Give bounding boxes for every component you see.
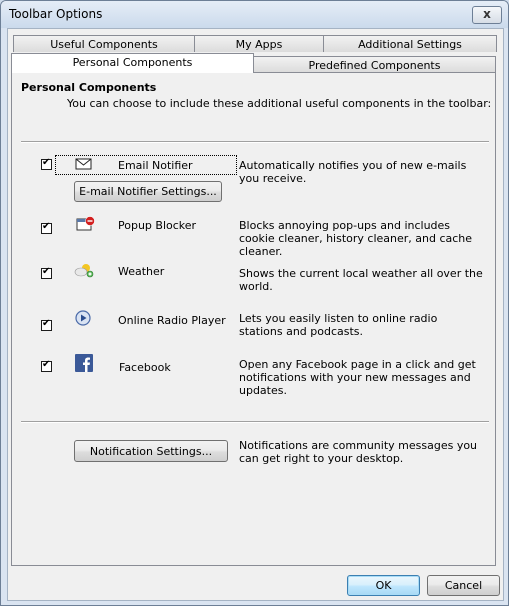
facebook-icon <box>75 354 93 372</box>
close-icon: x <box>483 7 491 21</box>
checkbox-facebook[interactable] <box>41 359 52 372</box>
email-notifier-label: Email Notifier <box>118 159 193 172</box>
tab-label: Useful Components <box>50 38 158 51</box>
ok-button[interactable]: OK <box>347 575 420 596</box>
title-bar: Toolbar Options x <box>1 1 508 28</box>
facebook-description: Open any Facebook page in a click and ge… <box>239 358 476 397</box>
online-radio-player-description: Lets you easily listen to online radio s… <box>239 312 438 338</box>
separator <box>21 141 489 143</box>
popup-blocker-icon <box>76 216 96 234</box>
toolbar-options-window: Toolbar Options x Useful Components My A… <box>0 0 509 606</box>
online-radio-player-label: Online Radio Player <box>118 314 226 327</box>
separator <box>21 421 489 423</box>
weather-label: Weather <box>118 265 165 278</box>
facebook-label: Facebook <box>119 361 171 374</box>
close-button[interactable]: x <box>472 6 502 24</box>
email-notifier-settings-button[interactable]: E-mail Notifier Settings... <box>74 181 222 202</box>
checkbox-weather[interactable] <box>41 266 52 279</box>
dialog-client: Useful Components My Apps Additional Set… <box>7 28 504 601</box>
popup-blocker-label: Popup Blocker <box>118 219 197 232</box>
weather-description: Shows the current local weather all over… <box>239 267 483 293</box>
play-icon <box>75 310 95 328</box>
notification-settings-button[interactable]: Notification Settings... <box>74 440 228 462</box>
tab-additional-settings[interactable]: Additional Settings <box>323 35 497 52</box>
popup-blocker-description: Blocks annoying pop-ups and includes coo… <box>239 219 473 258</box>
section-title: Personal Components <box>21 81 157 94</box>
tab-useful-components[interactable]: Useful Components <box>13 35 195 52</box>
notification-description: Notifications are community messages you… <box>239 439 478 465</box>
tab-label: My Apps <box>235 38 283 51</box>
tab-label: Personal Components <box>72 56 193 69</box>
weather-icon <box>73 261 94 279</box>
tab-personal-components[interactable]: Personal Components <box>11 53 254 73</box>
tab-predefined-components[interactable]: Predefined Components <box>253 56 496 72</box>
tab-label: Additional Settings <box>358 38 462 51</box>
tab-label: Predefined Components <box>308 59 441 72</box>
tab-my-apps[interactable]: My Apps <box>194 35 324 52</box>
checkbox-online-radio-player[interactable] <box>41 318 52 331</box>
tab-panel: Personal Components You can choose to in… <box>11 72 496 566</box>
checkbox-popup-blocker[interactable] <box>41 221 52 234</box>
window-title: Toolbar Options <box>9 7 103 21</box>
email-notifier-description: Automatically notifies you of new e-mail… <box>239 159 467 185</box>
cancel-button[interactable]: Cancel <box>427 575 500 596</box>
section-description: You can choose to include these addition… <box>67 97 492 110</box>
checkbox-email-notifier[interactable] <box>41 157 52 170</box>
